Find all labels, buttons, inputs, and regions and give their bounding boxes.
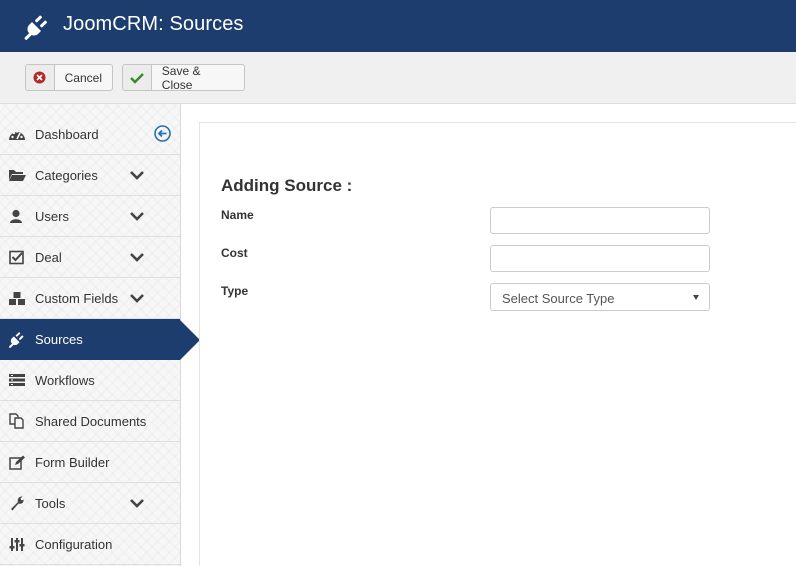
plug-icon xyxy=(24,15,47,40)
chevron-down-icon xyxy=(130,171,144,180)
wrench-icon xyxy=(8,495,26,511)
folder-open-icon xyxy=(8,167,26,183)
sidebar-item-label: Dashboard xyxy=(35,127,99,142)
active-indicator-arrow xyxy=(180,320,200,360)
sidebar-item-label: Workflows xyxy=(35,373,95,388)
sidebar-item-dashboard[interactable]: Dashboard xyxy=(0,114,180,155)
sidebar-item-configuration[interactable]: Configuration xyxy=(0,524,180,565)
cancel-circle-icon xyxy=(26,65,55,90)
user-icon xyxy=(8,208,26,224)
sidebar-item-categories[interactable]: Categories xyxy=(0,155,180,196)
sidebar-item-deal[interactable]: Deal xyxy=(0,237,180,278)
dashboard-icon xyxy=(8,126,26,142)
documents-icon xyxy=(8,413,26,429)
sidebar-item-tools[interactable]: Tools xyxy=(0,483,180,524)
cancel-button[interactable]: Cancel xyxy=(25,64,113,91)
server-icon xyxy=(8,372,26,388)
plug-icon xyxy=(8,331,26,348)
collapse-sidebar-icon[interactable] xyxy=(154,125,171,142)
name-input[interactable] xyxy=(490,207,710,234)
cost-input[interactable] xyxy=(490,245,710,272)
sliders-icon xyxy=(8,536,26,552)
sidebar-item-custom-fields[interactable]: Custom Fields xyxy=(0,278,180,319)
sidebar-item-label: Categories xyxy=(35,168,98,183)
checkmark-icon xyxy=(123,65,152,90)
cancel-button-label: Cancel xyxy=(64,70,102,85)
form-heading: Adding Source : xyxy=(221,176,353,195)
sidebar-item-label: Configuration xyxy=(35,537,113,552)
page-title: JoomCRM: Sources xyxy=(63,13,244,35)
chevron-down-icon xyxy=(130,253,144,262)
sidebar-item-label: Form Builder xyxy=(35,455,110,470)
source-type-select[interactable]: Select Source Type xyxy=(490,283,710,311)
app-header: JoomCRM: Sources xyxy=(0,0,796,52)
sidebar-item-form-builder[interactable]: Form Builder xyxy=(0,442,180,483)
edit-icon xyxy=(8,454,26,470)
sidebar-item-shared-documents[interactable]: Shared Documents xyxy=(0,401,180,442)
caret-down-icon xyxy=(693,295,699,300)
sidebar-item-label: Shared Documents xyxy=(35,414,147,429)
sidebar-item-label: Custom Fields xyxy=(35,291,119,306)
save-close-button-label: Save & Close xyxy=(161,63,201,92)
sidebar-item-workflows[interactable]: Workflows xyxy=(0,360,180,401)
chevron-down-icon xyxy=(130,499,144,508)
sidebar-item-label: Deal xyxy=(35,250,62,265)
name-label: Name xyxy=(221,208,254,222)
sidebar-item-users[interactable]: Users xyxy=(0,196,180,237)
type-label: Type xyxy=(221,284,249,298)
save-close-button[interactable]: Save & Close xyxy=(122,63,245,92)
chevron-down-icon xyxy=(130,294,144,303)
checkbox-icon xyxy=(8,249,26,265)
sidebar-item-label: Users xyxy=(35,209,69,224)
source-type-selected-value: Select Source Type xyxy=(502,291,615,306)
chevron-down-icon xyxy=(130,212,144,221)
sidebar-item-label: Tools xyxy=(35,496,66,511)
sidebar-item-sources[interactable]: Sources xyxy=(0,319,180,360)
toolbar: Cancel Save & Close xyxy=(0,52,796,104)
cost-label: Cost xyxy=(221,246,248,260)
cubes-icon xyxy=(8,290,26,306)
sidebar-item-label: Sources xyxy=(35,332,83,347)
